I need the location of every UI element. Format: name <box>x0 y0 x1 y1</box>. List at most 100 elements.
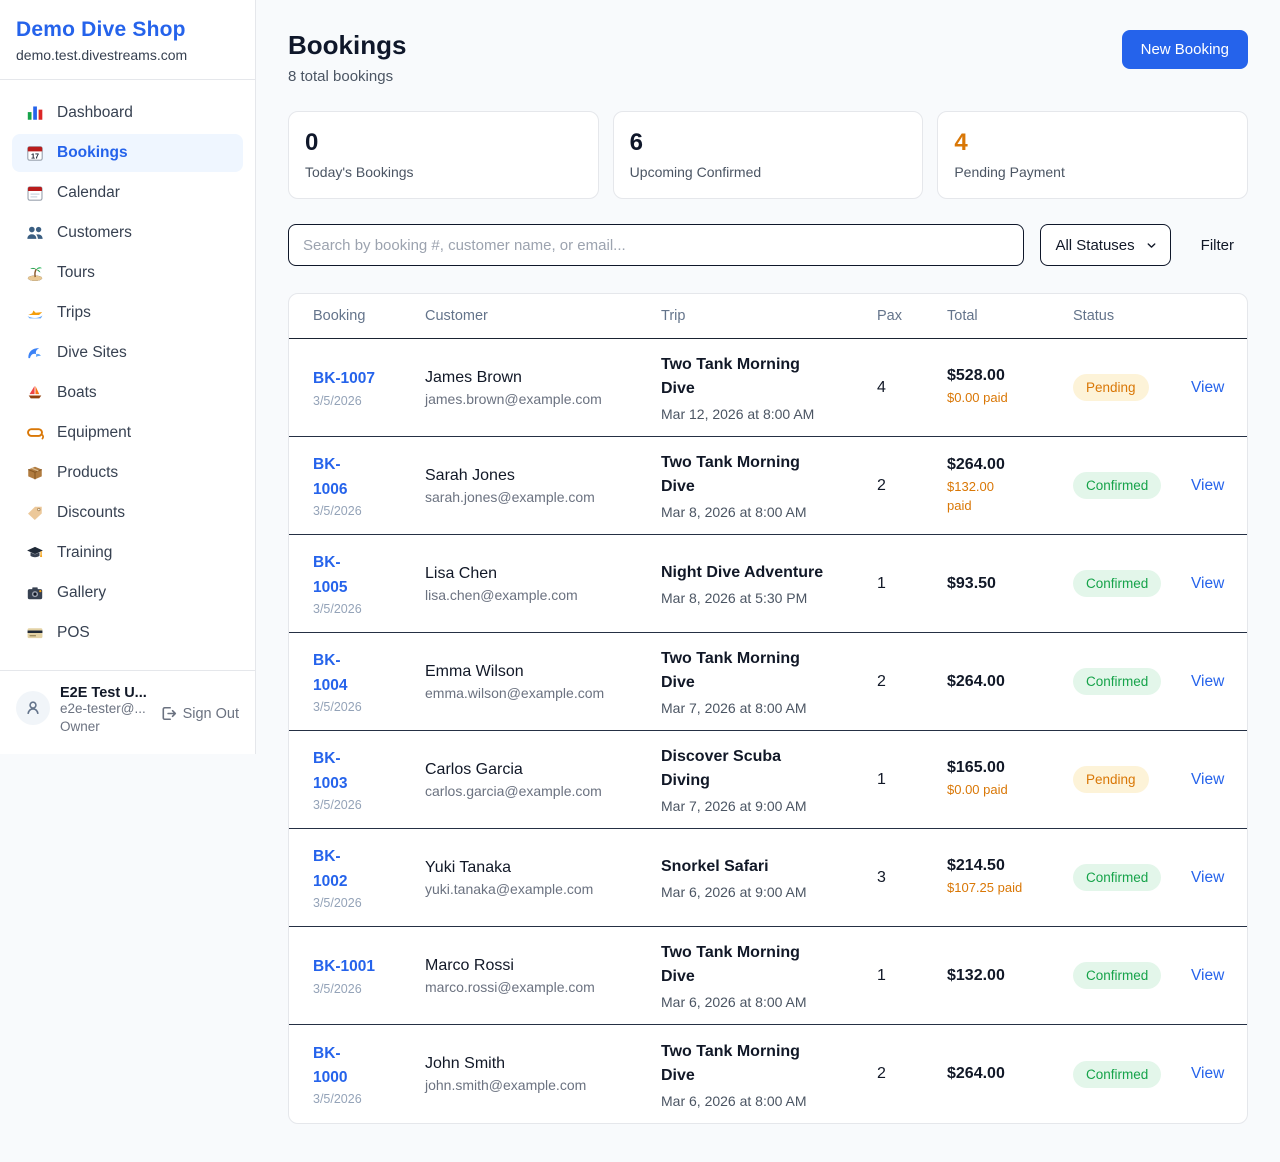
booking-id-link[interactable]: BK- 1005 <box>313 551 425 599</box>
table-row: BK- 1003 3/5/2026 Carlos Garcia carlos.g… <box>289 731 1247 829</box>
trip-date: Mar 7, 2026 at 9:00 AM <box>661 798 877 814</box>
trip-cell: Discover Scuba Diving Mar 7, 2026 at 9:0… <box>661 745 877 814</box>
booking-date: 3/5/2026 <box>313 700 425 714</box>
sidebar-item-dive-sites[interactable]: Dive Sites <box>12 334 243 372</box>
sign-out-button[interactable]: Sign Out <box>160 705 239 722</box>
island-icon <box>26 264 44 282</box>
stat-value: 0 <box>305 129 582 157</box>
trip-date: Mar 6, 2026 at 9:00 AM <box>661 884 877 900</box>
search-input[interactable] <box>288 224 1024 266</box>
trip-cell: Two Tank Morning Dive Mar 12, 2026 at 8:… <box>661 353 877 422</box>
sidebar-item-pos[interactable]: POS <box>12 614 243 652</box>
avatar <box>16 691 50 725</box>
customer-cell: Lisa Chen lisa.chen@example.com <box>425 565 661 603</box>
booking-cell: BK- 1002 3/5/2026 <box>313 845 425 909</box>
total-cell: $132.00 <box>947 967 1073 985</box>
trip-cell: Two Tank Morning Dive Mar 6, 2026 at 8:0… <box>661 1040 877 1109</box>
user-email: e2e-tester@... <box>60 701 150 716</box>
user-info: E2E Test U... e2e-tester@... Owner <box>60 685 150 734</box>
sidebar-item-trips[interactable]: Trips <box>12 294 243 332</box>
sidebar-item-label: Calendar <box>57 184 120 202</box>
sidebar-item-dashboard[interactable]: Dashboard <box>12 94 243 132</box>
sidebar-item-discounts[interactable]: Discounts <box>12 494 243 532</box>
wave-icon <box>26 344 44 362</box>
bookings-table: BookingCustomerTripPaxTotalStatus BK-100… <box>288 293 1248 1124</box>
booking-date: 3/5/2026 <box>313 504 425 518</box>
sailboat-icon <box>26 384 44 402</box>
sidebar-item-label: Gallery <box>57 584 106 602</box>
page-title: Bookings <box>288 30 406 61</box>
package-icon <box>26 464 44 482</box>
column-header-trip: Trip <box>661 308 877 324</box>
customer-name: Sarah Jones <box>425 467 661 485</box>
booking-id-link[interactable]: BK- 1002 <box>313 845 425 893</box>
view-link[interactable]: View <box>1191 869 1224 887</box>
column-header-status: Status <box>1073 308 1191 324</box>
view-link[interactable]: View <box>1191 673 1224 691</box>
sidebar-item-calendar[interactable]: Calendar <box>12 174 243 212</box>
filter-row: All Statuses Filter <box>288 224 1248 266</box>
customer-name: Emma Wilson <box>425 663 661 681</box>
status-cell: Confirmed <box>1073 668 1191 695</box>
status-select[interactable]: All Statuses <box>1040 224 1170 266</box>
total-amount: $214.50 <box>947 857 1073 875</box>
table-row: BK- 1000 3/5/2026 John Smith john.smith@… <box>289 1025 1247 1123</box>
trip-name: Two Tank Morning Dive <box>661 941 877 989</box>
view-link[interactable]: View <box>1191 575 1224 593</box>
pax-cell: 2 <box>877 1065 947 1083</box>
calendar-17-icon: 17 <box>26 144 44 162</box>
stat-value: 6 <box>630 129 907 157</box>
booking-date: 3/5/2026 <box>313 896 425 910</box>
sidebar-item-label: Dive Sites <box>57 344 127 362</box>
status-cell: Confirmed <box>1073 864 1191 891</box>
booking-id-link[interactable]: BK- 1004 <box>313 649 425 697</box>
status-cell: Pending <box>1073 374 1191 401</box>
customer-cell: John Smith john.smith@example.com <box>425 1055 661 1093</box>
view-link[interactable]: View <box>1191 967 1224 985</box>
column-header-total: Total <box>947 308 1073 324</box>
trip-date: Mar 12, 2026 at 8:00 AM <box>661 406 877 422</box>
sidebar-item-equipment[interactable]: Equipment <box>12 414 243 452</box>
brand-name: Demo Dive Shop <box>16 18 239 42</box>
sidebar-item-products[interactable]: Products <box>12 454 243 492</box>
view-link[interactable]: View <box>1191 379 1224 397</box>
status-cell: Pending <box>1073 766 1191 793</box>
booking-date: 3/5/2026 <box>313 798 425 812</box>
booking-id-link[interactable]: BK- 1006 <box>313 453 425 501</box>
filter-button[interactable]: Filter <box>1187 237 1248 254</box>
sidebar-item-gallery[interactable]: Gallery <box>12 574 243 612</box>
booking-id-link[interactable]: BK-1007 <box>313 367 425 391</box>
chevron-down-icon <box>1145 239 1158 252</box>
view-link[interactable]: View <box>1191 771 1224 789</box>
booking-id-link[interactable]: BK-1001 <box>313 955 425 979</box>
stats-row: 0Today's Bookings6Upcoming Confirmed4Pen… <box>288 111 1248 199</box>
total-amount: $165.00 <box>947 759 1073 777</box>
booking-id-link[interactable]: BK- 1000 <box>313 1042 425 1090</box>
customer-name: Lisa Chen <box>425 565 661 583</box>
total-cell: $264.00 $132.00 paid <box>947 456 1073 516</box>
booking-date: 3/5/2026 <box>313 982 425 996</box>
customer-cell: James Brown james.brown@example.com <box>425 369 661 407</box>
sidebar-item-tours[interactable]: Tours <box>12 254 243 292</box>
customer-cell: Sarah Jones sarah.jones@example.com <box>425 467 661 505</box>
trip-cell: Two Tank Morning Dive Mar 8, 2026 at 8:0… <box>661 451 877 520</box>
sidebar-item-training[interactable]: Training <box>12 534 243 572</box>
booking-date: 3/5/2026 <box>313 394 425 408</box>
sidebar: Demo Dive Shop demo.test.divestreams.com… <box>0 0 256 754</box>
sign-out-label: Sign Out <box>183 706 239 722</box>
dive-mask-icon <box>26 424 44 442</box>
new-booking-button[interactable]: New Booking <box>1122 30 1248 69</box>
sidebar-item-customers[interactable]: Customers <box>12 214 243 252</box>
sidebar-item-bookings[interactable]: 17Bookings <box>12 134 243 172</box>
total-amount: $264.00 <box>947 673 1073 691</box>
table-body: BK-1007 3/5/2026 James Brown james.brown… <box>289 339 1247 1123</box>
booking-id-link[interactable]: BK- 1003 <box>313 747 425 795</box>
trip-name: Two Tank Morning Dive <box>661 451 877 499</box>
speedboat-icon <box>26 304 44 322</box>
view-link[interactable]: View <box>1191 1065 1224 1083</box>
view-link[interactable]: View <box>1191 477 1224 495</box>
trip-name: Night Dive Adventure <box>661 561 877 585</box>
sidebar-item-boats[interactable]: Boats <box>12 374 243 412</box>
sidebar-item-label: Training <box>57 544 112 562</box>
trip-name: Two Tank Morning Dive <box>661 353 877 401</box>
